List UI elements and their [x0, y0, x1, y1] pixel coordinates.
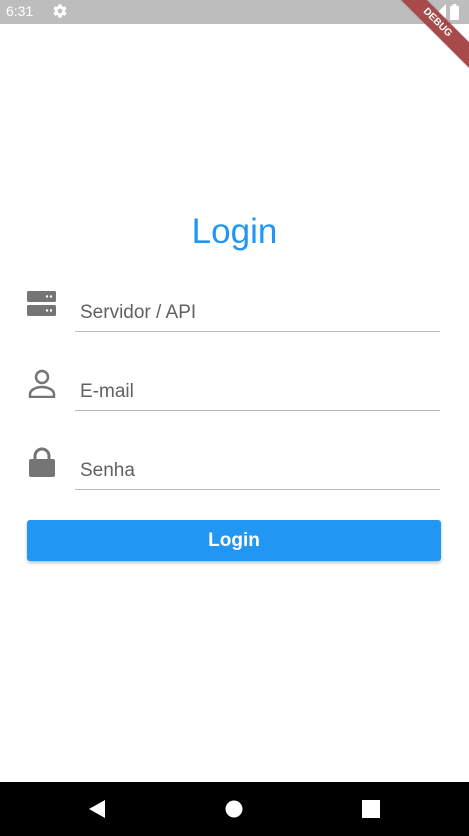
password-input[interactable] [75, 452, 440, 490]
lock-icon [29, 447, 55, 477]
back-icon[interactable] [85, 798, 107, 820]
email-input[interactable] [75, 373, 440, 411]
recents-icon[interactable] [360, 798, 382, 820]
status-time: 6:31 [6, 3, 34, 19]
login-button[interactable]: Login [27, 520, 441, 561]
status-bar: 6:31 [0, 0, 469, 24]
navigation-bar [0, 782, 469, 836]
page-title: Login [191, 212, 278, 251]
battery-icon [450, 4, 459, 20]
home-icon[interactable] [223, 798, 245, 820]
server-api-input[interactable] [75, 294, 440, 332]
person-icon [28, 369, 56, 398]
settings-gear-icon [53, 4, 67, 18]
server-icon [27, 291, 56, 316]
